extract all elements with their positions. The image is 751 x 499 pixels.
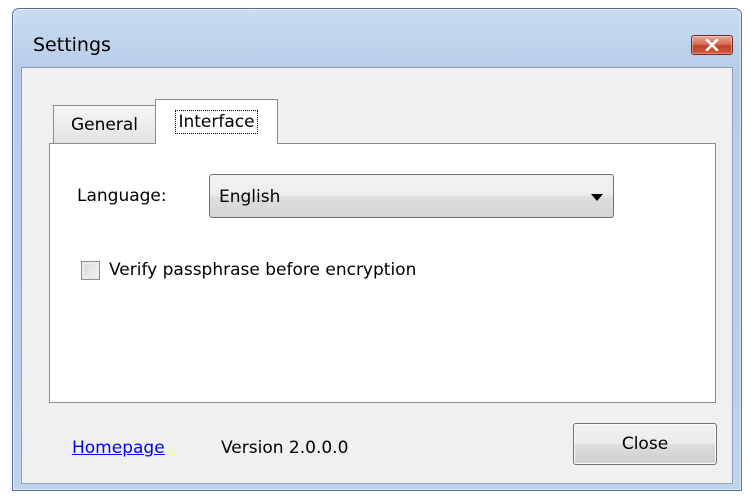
settings-window: Settings General Interface Language: Eng… — [12, 8, 742, 491]
version-text: Version 2.0.0.0 — [221, 438, 349, 458]
tab-interface[interactable]: Interface — [155, 99, 278, 144]
language-label: Language: — [77, 186, 167, 206]
verify-passphrase-checkbox[interactable] — [81, 260, 100, 280]
verify-passphrase-option[interactable]: Verify passphrase before encryption — [81, 258, 416, 282]
tab-interface-label: Interface — [175, 110, 258, 134]
close-button[interactable]: Close — [573, 423, 717, 465]
window-title: Settings — [33, 34, 111, 56]
verify-passphrase-label: Verify passphrase before encryption — [109, 260, 417, 280]
language-select[interactable]: English — [209, 174, 614, 218]
window-close-button[interactable] — [691, 35, 733, 55]
title-bar[interactable]: Settings — [13, 9, 741, 67]
chevron-down-icon — [591, 194, 603, 201]
interface-tab-panel: Language: English Verify passphrase befo… — [49, 143, 716, 403]
close-icon — [705, 39, 719, 51]
homepage-link[interactable]: Homepage — [72, 437, 165, 459]
tab-general-label: General — [71, 114, 138, 135]
language-selected-value: English — [219, 187, 281, 207]
dialog-body: General Interface Language: English Veri… — [21, 67, 733, 484]
tab-general[interactable]: General — [53, 105, 156, 143]
